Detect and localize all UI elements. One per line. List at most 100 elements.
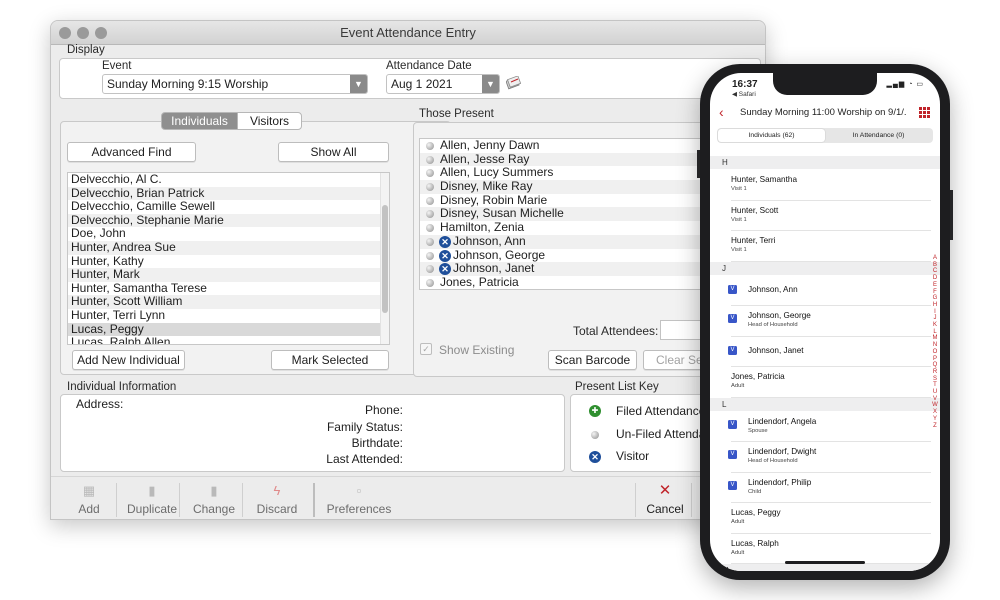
- preferences-label: Preferences: [326, 502, 392, 516]
- tab-individuals[interactable]: Individuals: [161, 112, 238, 130]
- event-select[interactable]: Sunday Morning 9:15 Worship ▼: [102, 74, 368, 94]
- alphabet-letter[interactable]: H: [931, 302, 939, 309]
- scan-barcode-button[interactable]: Scan Barcode: [548, 350, 637, 370]
- person-row[interactable]: V Johnson, Janet: [710, 337, 931, 367]
- alphabet-letter[interactable]: E: [931, 282, 939, 289]
- alphabet-letter[interactable]: U: [931, 389, 939, 396]
- discard-label: Discard: [256, 502, 298, 516]
- alphabet-letter[interactable]: R: [931, 369, 939, 376]
- preferences-button[interactable]: ▫ Preferences: [319, 480, 399, 519]
- person-row[interactable]: V Lindendorf, Dwight Head of Household: [710, 442, 931, 473]
- window-title: Event Attendance Entry: [340, 25, 476, 40]
- individual-row[interactable]: Hunter, Scott William: [68, 295, 389, 309]
- person-row[interactable]: Jones, Patricia Adult: [710, 367, 931, 398]
- cancel-button[interactable]: ✕ Cancel: [635, 480, 695, 519]
- individuals-list[interactable]: Delvecchio, Al C. Delvecchio, Brian Patri…: [67, 172, 390, 345]
- check-icon[interactable]: V: [728, 345, 737, 355]
- alphabet-letter[interactable]: P: [931, 356, 939, 363]
- calendar-icon[interactable]: [506, 76, 522, 90]
- alphabet-letter[interactable]: L: [931, 329, 939, 336]
- person-row[interactable]: V Johnson, George Head of Household: [710, 306, 931, 337]
- tab-in-attendance[interactable]: In Attendance (0): [825, 129, 932, 142]
- alphabet-letter[interactable]: C: [931, 268, 939, 275]
- duplicate-button[interactable]: ▮ Duplicate: [121, 480, 183, 519]
- alphabet-letter[interactable]: A: [931, 255, 939, 262]
- check-icon[interactable]: V: [728, 450, 737, 459]
- individual-row[interactable]: Delvecchio, Brian Patrick: [68, 186, 389, 201]
- add-icon: ▦: [82, 483, 96, 498]
- tab-individuals-count[interactable]: Individuals (62): [718, 129, 825, 142]
- last-attended-label: Last Attended:: [326, 452, 403, 466]
- individual-row[interactable]: Hunter, Kathy: [68, 254, 389, 269]
- unfiled-attendance-icon: [426, 196, 434, 205]
- alphabet-letter[interactable]: W: [931, 402, 939, 409]
- person-row[interactable]: Hunter, Scott Visit 1: [710, 201, 931, 231]
- alphabet-letter[interactable]: M: [931, 335, 939, 342]
- alphabet-letter[interactable]: V: [931, 396, 939, 403]
- alphabet-letter[interactable]: S: [931, 376, 939, 383]
- alphabet-letter[interactable]: K: [931, 322, 939, 329]
- individuals-scroll-thumb[interactable]: [382, 205, 388, 313]
- add-button[interactable]: ▦ Add: [59, 480, 119, 519]
- alphabet-letter[interactable]: N: [931, 342, 939, 349]
- chevron-down-icon: ▼: [482, 75, 499, 93]
- preferences-icon: ▫: [356, 483, 362, 498]
- back-chevron-icon[interactable]: ‹: [719, 104, 724, 120]
- status-icons: ▂▄▆ ◔ ▭: [887, 80, 925, 88]
- show-existing-checkbox[interactable]: ✓: [420, 343, 432, 355]
- individual-row[interactable]: Doe, John: [68, 227, 389, 241]
- alphabet-letter[interactable]: I: [931, 309, 939, 316]
- status-back-app[interactable]: ◀ Safari: [732, 90, 756, 98]
- present-name: Disney, Robin Marie: [440, 192, 548, 207]
- alphabet-letter[interactable]: Q: [931, 362, 939, 369]
- unfiled-attendance-icon: [591, 431, 599, 439]
- individual-row[interactable]: Delvecchio, Stephanie Marie: [68, 213, 389, 228]
- add-new-individual-button[interactable]: Add New Individual: [72, 350, 185, 370]
- alphabet-letter[interactable]: D: [931, 275, 939, 282]
- alphabet-letter[interactable]: F: [931, 289, 939, 296]
- person-name: Johnson, Ann: [748, 284, 798, 294]
- check-icon[interactable]: V: [728, 419, 737, 429]
- alphabet-letter[interactable]: G: [931, 295, 939, 302]
- advanced-find-button[interactable]: Advanced Find: [67, 142, 196, 162]
- person-row[interactable]: Lucas, Ralph Adult: [710, 534, 931, 564]
- discard-button[interactable]: ϟ Discard: [247, 480, 307, 519]
- alphabet-letter[interactable]: X: [931, 409, 939, 416]
- person-row[interactable]: Hunter, Samantha Visit 1: [710, 170, 931, 201]
- individuals-scrollbar[interactable]: [380, 173, 389, 344]
- individual-row[interactable]: Hunter, Mark: [68, 268, 389, 282]
- toolbar-separator: [313, 483, 315, 517]
- individual-row[interactable]: Lucas, Ralph Allen: [68, 336, 389, 344]
- phone-frame: 16:37 ◀ Safari ▂▄▆ ◔ ▭ ‹ Sunday Morning …: [700, 64, 950, 580]
- alphabet-letter[interactable]: B: [931, 262, 939, 269]
- individual-row[interactable]: Hunter, Samantha Terese: [68, 281, 389, 296]
- cancel-label: Cancel: [646, 502, 684, 516]
- individual-row[interactable]: Delvecchio, Al C.: [68, 173, 389, 187]
- change-button[interactable]: ▮ Change: [184, 480, 244, 519]
- person-name: Lucas, Peggy: [731, 508, 781, 517]
- alphabet-letter[interactable]: J: [931, 315, 939, 322]
- alphabet-letter[interactable]: Y: [931, 416, 939, 423]
- individual-row[interactable]: Hunter, Andrea Sue: [68, 240, 389, 255]
- alphabet-letter[interactable]: T: [931, 382, 939, 389]
- individual-row[interactable]: Lucas, Peggy: [68, 322, 389, 337]
- mark-selected-button[interactable]: Mark Selected: [271, 350, 389, 370]
- check-icon[interactable]: V: [728, 314, 737, 323]
- attendance-date-value: Aug 1 2021: [391, 77, 453, 91]
- person-row[interactable]: Hunter, Terri Visit 1: [710, 231, 931, 262]
- individual-row[interactable]: Delvecchio, Camille Sewell: [68, 200, 389, 214]
- check-icon[interactable]: V: [728, 480, 737, 490]
- person-row[interactable]: V Lindendorf, Philip Child: [710, 473, 931, 503]
- show-all-button[interactable]: Show All: [278, 142, 389, 162]
- alphabet-index[interactable]: ABCDEFGHIJKLMNOPQRSTUVWXYZ: [931, 255, 939, 429]
- person-row[interactable]: V Johnson, Ann: [710, 276, 931, 306]
- alphabet-letter[interactable]: O: [931, 349, 939, 356]
- check-icon[interactable]: V: [728, 284, 737, 294]
- person-row[interactable]: V Lindendorf, Angela Spouse: [710, 412, 931, 442]
- alphabet-letter[interactable]: Z: [931, 423, 939, 430]
- tab-visitors[interactable]: Visitors: [237, 112, 302, 130]
- grid-menu-icon[interactable]: [919, 107, 930, 118]
- individual-row[interactable]: Hunter, Terri Lynn: [68, 308, 389, 323]
- person-row[interactable]: Lucas, Peggy Adult: [710, 503, 931, 534]
- attendance-date-select[interactable]: Aug 1 2021 ▼: [386, 74, 500, 94]
